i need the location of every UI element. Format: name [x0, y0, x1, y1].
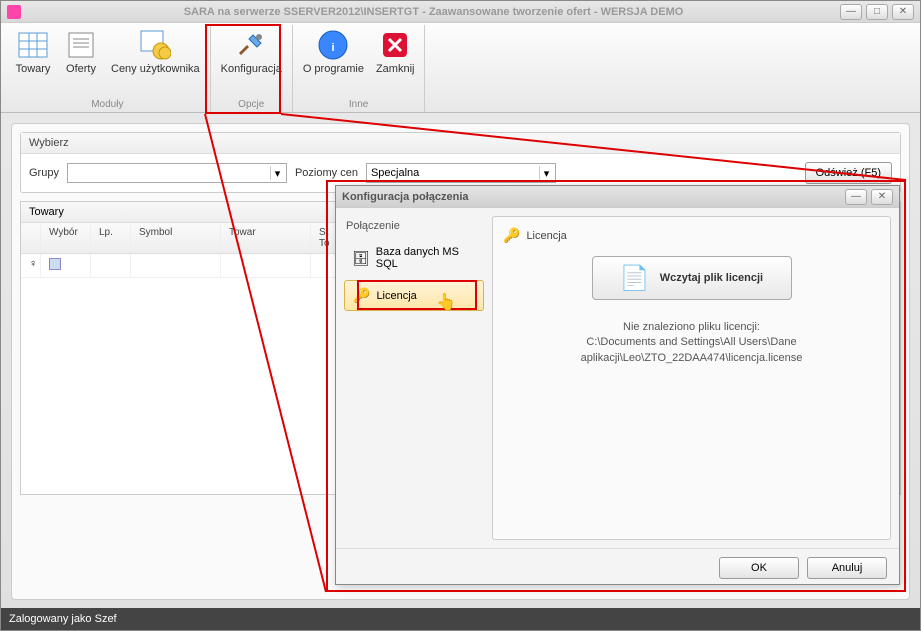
minimize-button[interactable]: — — [840, 4, 862, 20]
maximize-button[interactable]: □ — [866, 4, 888, 20]
dialog-minimize-button[interactable]: — — [845, 189, 867, 205]
sidebar-item-license[interactable]: Licencja — [344, 280, 484, 311]
oferty-button[interactable]: Oferty — [57, 25, 105, 79]
chevron-down-icon: ▾ — [539, 166, 553, 180]
sidebar-item-database[interactable]: Baza danych MS SQL — [344, 240, 484, 276]
panel-title: Licencja — [503, 227, 880, 244]
dialog-close-button[interactable]: ✕ — [871, 189, 893, 205]
main-titlebar: SARA na serwerze SSERVER2012\INSERTGT - … — [1, 1, 920, 23]
refresh-button[interactable]: Odśwież (F5) — [805, 162, 892, 184]
document-icon — [620, 264, 650, 293]
grid-icon — [17, 29, 49, 61]
wybierz-panel: Wybierz Grupy ▾ Poziomy cen Specjalna ▾ … — [20, 132, 901, 193]
wybierz-title: Wybierz — [21, 133, 900, 154]
database-icon — [352, 250, 370, 267]
license-info: Nie znaleziono pliku licencji: C:\Docume… — [503, 320, 880, 366]
ribbon-group-inne: i O programie Zamknij Inne — [293, 25, 426, 112]
sidebar-title: Połączenie — [344, 216, 484, 236]
col-symbol[interactable]: Symbol — [131, 223, 221, 253]
tools-icon — [235, 29, 267, 61]
config-dialog: Konfiguracja połączenia — ✕ Połączenie B… — [335, 185, 900, 585]
ribbon-group-moduly: Towary Oferty Ceny użytkownika Moduły — [5, 25, 211, 112]
zamknij-button[interactable]: Zamknij — [370, 25, 421, 79]
money-grid-icon — [139, 29, 171, 61]
chevron-down-icon: ▾ — [270, 166, 284, 180]
ok-button[interactable]: OK — [719, 557, 799, 579]
close-button[interactable]: ✕ — [892, 4, 914, 20]
key-icon — [503, 227, 520, 244]
poziomy-combo[interactable]: Specjalna ▾ — [366, 163, 556, 183]
app-logo-icon — [7, 5, 21, 19]
grupy-label: Grupy — [29, 167, 59, 179]
oprogramie-button[interactable]: i O programie — [297, 25, 370, 79]
dialog-titlebar: Konfiguracja połączenia — ✕ — [336, 186, 899, 208]
checkbox-icon[interactable] — [49, 258, 61, 270]
main-title: SARA na serwerze SSERVER2012\INSERTGT - … — [27, 6, 840, 18]
col-indicator[interactable] — [21, 223, 41, 253]
load-license-button[interactable]: Wczytaj plik licencji — [592, 256, 792, 300]
close-red-icon — [379, 29, 411, 61]
ceny-button[interactable]: Ceny użytkownika — [105, 25, 206, 79]
sidebar-item-label: Baza danych MS SQL — [376, 246, 476, 270]
dialog-title: Konfiguracja połączenia — [342, 191, 845, 203]
cancel-button[interactable]: Anuluj — [807, 557, 887, 579]
info-icon: i — [317, 29, 349, 61]
konfiguracja-button[interactable]: Konfiguracja — [215, 25, 288, 79]
col-wybor[interactable]: Wybór — [41, 223, 91, 253]
ribbon: Towary Oferty Ceny użytkownika Moduły Ko… — [1, 23, 920, 113]
cursor-icon: 👆 — [436, 292, 456, 312]
dialog-footer: OK Anuluj — [336, 548, 899, 587]
key-icon — [353, 287, 370, 304]
col-lp[interactable]: Lp. — [91, 223, 131, 253]
towary-button[interactable]: Towary — [9, 25, 57, 79]
poziomy-value: Specjalna — [371, 167, 419, 179]
dialog-main-panel: Licencja Wczytaj plik licencji Nie znale… — [492, 216, 891, 540]
poziomy-label: Poziomy cen — [295, 167, 358, 179]
list-icon — [65, 29, 97, 61]
grupy-combo[interactable]: ▾ — [67, 163, 287, 183]
dialog-sidebar: Połączenie Baza danych MS SQL Licencja — [344, 216, 484, 540]
status-bar: Zalogowany jako Szef — [1, 608, 920, 630]
sidebar-item-label: Licencja — [376, 290, 416, 302]
col-towar[interactable]: Towar — [221, 223, 311, 253]
ribbon-group-opcje: Konfiguracja Opcje — [211, 25, 293, 112]
svg-text:i: i — [332, 42, 335, 54]
status-text: Zalogowany jako Szef — [9, 613, 117, 625]
